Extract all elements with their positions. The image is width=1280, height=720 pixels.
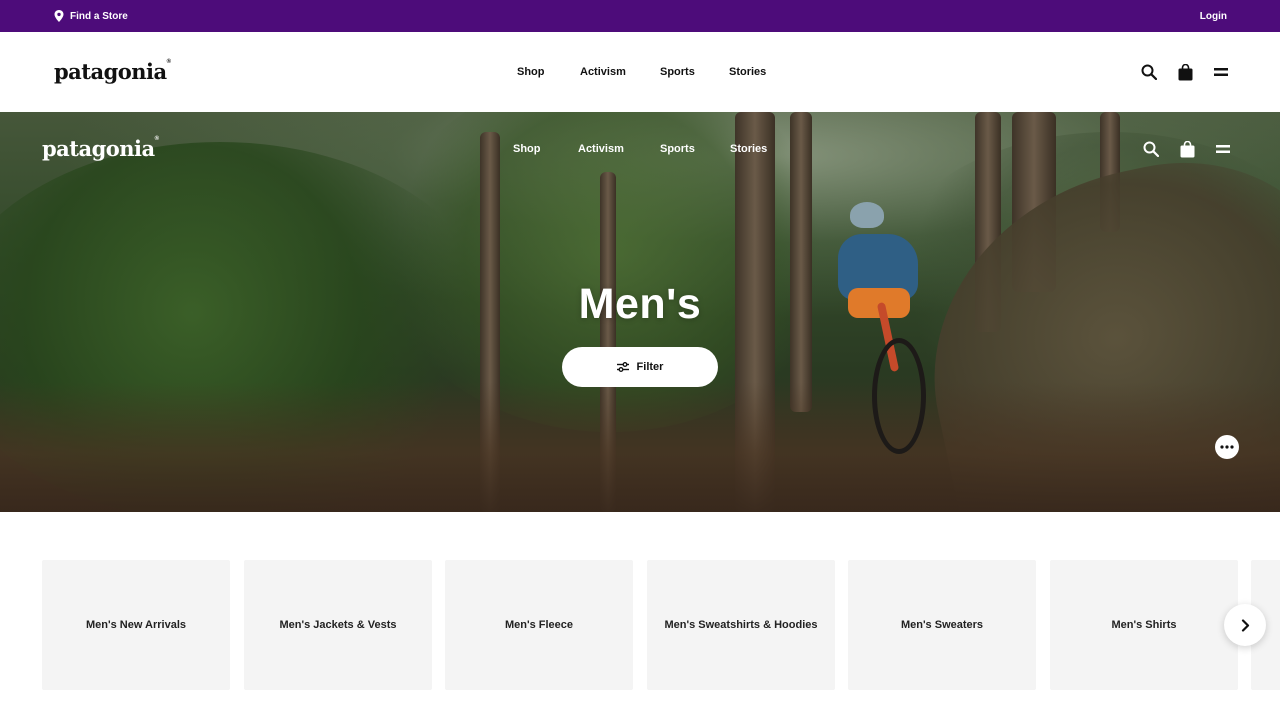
utility-bar: Find a Store Login [0, 0, 1280, 32]
login-link[interactable]: Login [1200, 11, 1227, 22]
menu-icon[interactable] [1214, 139, 1232, 159]
category-card-new-arrivals[interactable]: Men's New Arrivals [42, 560, 230, 690]
chevron-right-icon [1241, 618, 1249, 632]
carousel-next-button[interactable] [1224, 604, 1266, 646]
category-card-sweaters[interactable]: Men's Sweaters [848, 560, 1036, 690]
page-title: Men's [578, 280, 702, 328]
category-card-shirts[interactable]: Men's Shirts [1050, 560, 1238, 690]
more-options-icon[interactable] [1215, 435, 1239, 459]
hero-nav-item-activism[interactable]: Activism [578, 143, 624, 155]
search-icon[interactable] [1142, 139, 1160, 159]
nav-item-stories[interactable]: Stories [729, 66, 766, 78]
nav-item-shop[interactable]: Shop [517, 66, 545, 78]
find-store-link[interactable]: Find a Store [54, 10, 128, 22]
menu-icon[interactable] [1212, 61, 1230, 83]
hero-ground [0, 382, 1280, 512]
hero-patagonia-logo[interactable]: patagonia® [42, 136, 159, 161]
header-icons [1140, 61, 1230, 83]
hero-icons [1142, 139, 1232, 159]
hero-nav-item-stories[interactable]: Stories [730, 143, 767, 155]
bike-wheel [872, 338, 926, 454]
hero-overlay-nav: patagonia® Shop Activism Sports Stories [0, 112, 1280, 192]
find-store-label: Find a Store [70, 10, 128, 22]
nav-item-sports[interactable]: Sports [660, 66, 695, 78]
sliders-icon [616, 362, 629, 372]
location-pin-icon [54, 10, 64, 22]
hero-nav-item-shop[interactable]: Shop [513, 143, 541, 155]
category-carousel: Men's New Arrivals Men's Jackets & Vests… [0, 512, 1280, 720]
nav-item-activism[interactable]: Activism [580, 66, 626, 78]
hero-banner: patagonia® Shop Activism Sports Stories … [0, 112, 1280, 512]
main-header: patagonia® Shop Activism Sports Stories [0, 32, 1280, 112]
category-card-fleece[interactable]: Men's Fleece [445, 560, 633, 690]
shopping-bag-icon[interactable] [1178, 139, 1196, 159]
search-icon[interactable] [1140, 61, 1158, 83]
category-card-jackets-vests[interactable]: Men's Jackets & Vests [244, 560, 432, 690]
category-card-sweatshirts-hoodies[interactable]: Men's Sweatshirts & Hoodies [647, 560, 835, 690]
hero-nav-item-sports[interactable]: Sports [660, 143, 695, 155]
rider-helmet [850, 202, 884, 228]
filter-label: Filter [636, 361, 664, 373]
filter-button[interactable]: Filter [562, 347, 718, 387]
patagonia-logo[interactable]: patagonia® [54, 59, 171, 84]
shopping-bag-icon[interactable] [1176, 61, 1194, 83]
primary-nav: Shop Activism Sports Stories [0, 32, 1280, 112]
